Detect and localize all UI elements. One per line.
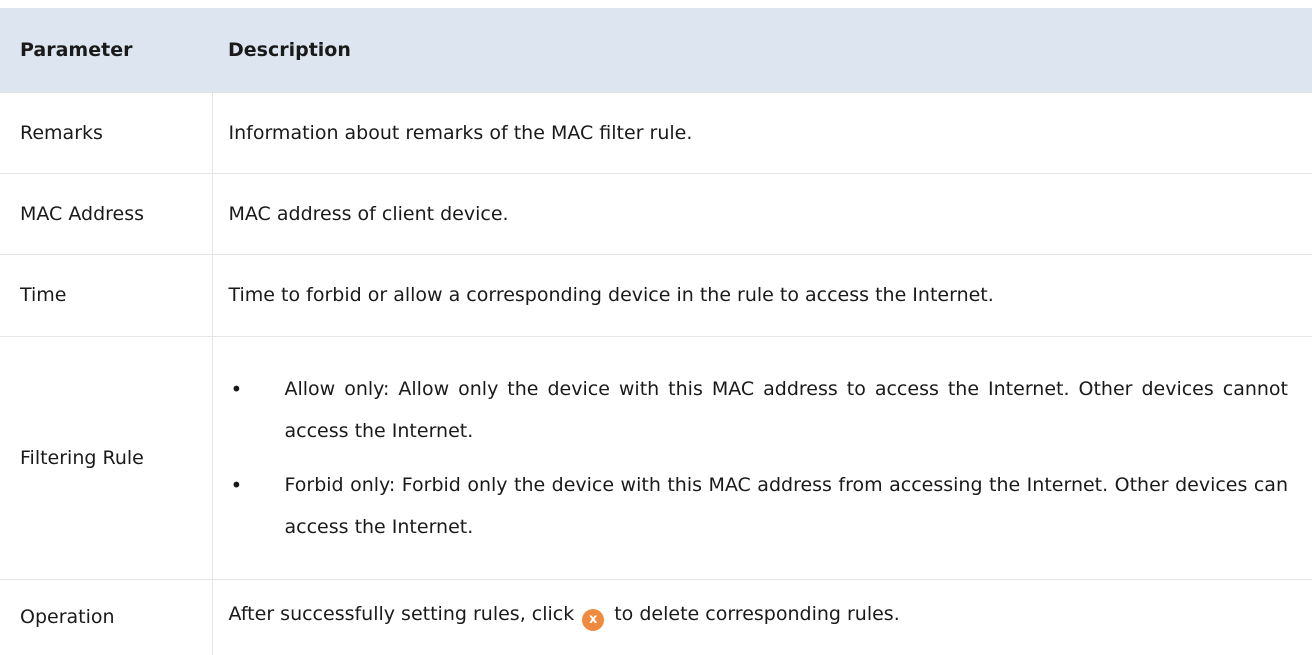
header-parameter: Parameter bbox=[0, 8, 212, 93]
bullet-icon: • bbox=[230, 472, 243, 497]
list-item: • Allow only: Allow only the device with… bbox=[229, 368, 1289, 452]
desc-cell: • Allow only: Allow only the device with… bbox=[211, 336, 1312, 580]
table-row-remarks: Remarks Information about remarks of the… bbox=[0, 92, 1312, 174]
param-cell: MAC Address bbox=[0, 173, 212, 255]
desc-cell: After successfully setting rules, click x… bbox=[211, 579, 1312, 655]
table-header-row: Parameter Description bbox=[0, 8, 1312, 93]
desc-cell: Time to forbid or allow a corresponding … bbox=[211, 254, 1312, 337]
header-description: Description bbox=[212, 8, 1312, 93]
list-item-text: Allow only: Allow only the device with t… bbox=[284, 377, 1289, 442]
param-cell: Time bbox=[0, 254, 212, 337]
table-row-filtering-rule: Filtering Rule • Allow only: Allow only … bbox=[0, 336, 1312, 580]
desc-text-before: After successfully setting rules, click bbox=[228, 603, 575, 626]
param-cell: Operation bbox=[20, 606, 115, 629]
param-cell: Filtering Rule bbox=[0, 336, 212, 580]
filter-rule-list: • Allow only: Allow only the device with… bbox=[229, 368, 1289, 548]
table-row-mac-address: MAC Address MAC address of client device… bbox=[0, 173, 1312, 255]
table-row-operation: Operation After successfully setting rul… bbox=[0, 579, 1312, 655]
delete-icon: x bbox=[582, 609, 605, 632]
desc-cell: Information about remarks of the MAC fil… bbox=[211, 92, 1312, 174]
param-cell: Remarks bbox=[0, 92, 212, 174]
desc-text-after: to delete corresponding rules. bbox=[614, 603, 900, 626]
desc-cell: MAC address of client device. bbox=[211, 173, 1312, 255]
parameter-table: Parameter Description Remarks Informatio… bbox=[0, 8, 1312, 655]
bullet-icon: • bbox=[230, 376, 243, 401]
table-row-time: Time Time to forbid or allow a correspon… bbox=[0, 254, 1312, 337]
list-item-text: Forbid only: Forbid only the device with… bbox=[284, 473, 1289, 538]
list-item: • Forbid only: Forbid only the device wi… bbox=[229, 464, 1289, 548]
